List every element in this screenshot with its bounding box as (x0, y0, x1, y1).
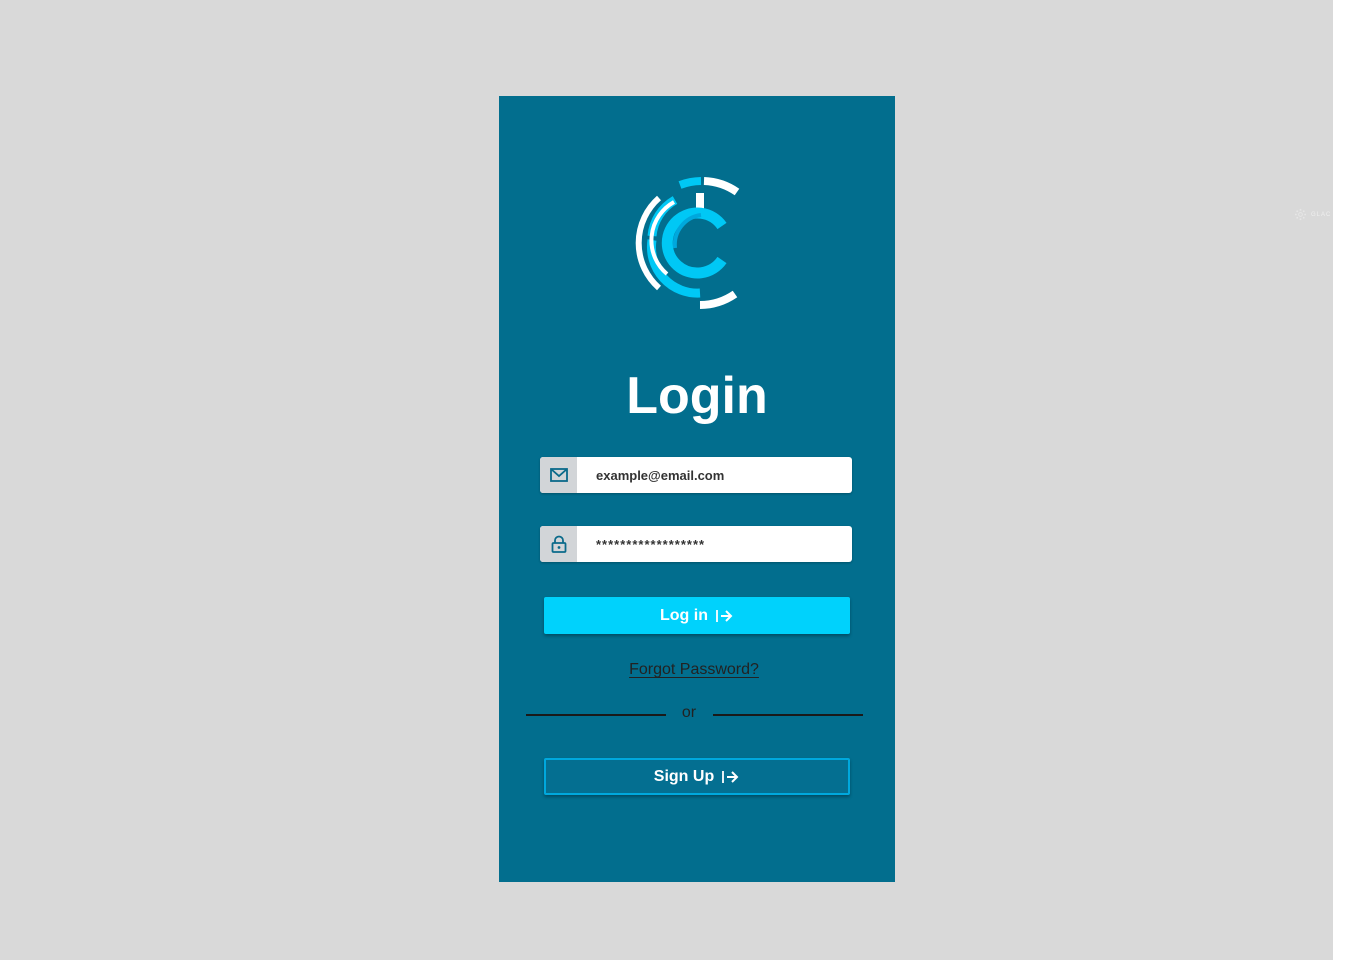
signup-button[interactable]: Sign Up (544, 758, 850, 795)
arrow-right-icon (716, 609, 733, 622)
watermark-icon (1294, 208, 1307, 221)
login-button[interactable]: Log in (544, 597, 850, 634)
login-screen: Login Log in Forgot Password? or (499, 96, 895, 882)
arrow-right-icon (722, 770, 739, 783)
forgot-password-link[interactable]: Forgot Password? (499, 661, 889, 679)
login-button-label: Log in (660, 606, 708, 624)
page-title: Login (626, 367, 768, 425)
password-field-icon-box (540, 526, 577, 562)
email-input[interactable] (596, 457, 846, 493)
envelope-icon (549, 468, 568, 482)
email-field-icon-box (540, 457, 577, 493)
email-field (540, 457, 852, 493)
watermark: GLAC (1294, 208, 1331, 221)
lock-icon (551, 535, 566, 553)
divider-line-right (713, 714, 863, 716)
divider-text: or (681, 704, 697, 721)
password-input[interactable] (596, 526, 846, 562)
watermark-text: GLAC (1311, 211, 1332, 218)
password-field (540, 526, 852, 562)
c-logo-icon (635, 177, 740, 309)
divider-line-left (526, 714, 666, 716)
signup-button-label: Sign Up (653, 767, 715, 785)
